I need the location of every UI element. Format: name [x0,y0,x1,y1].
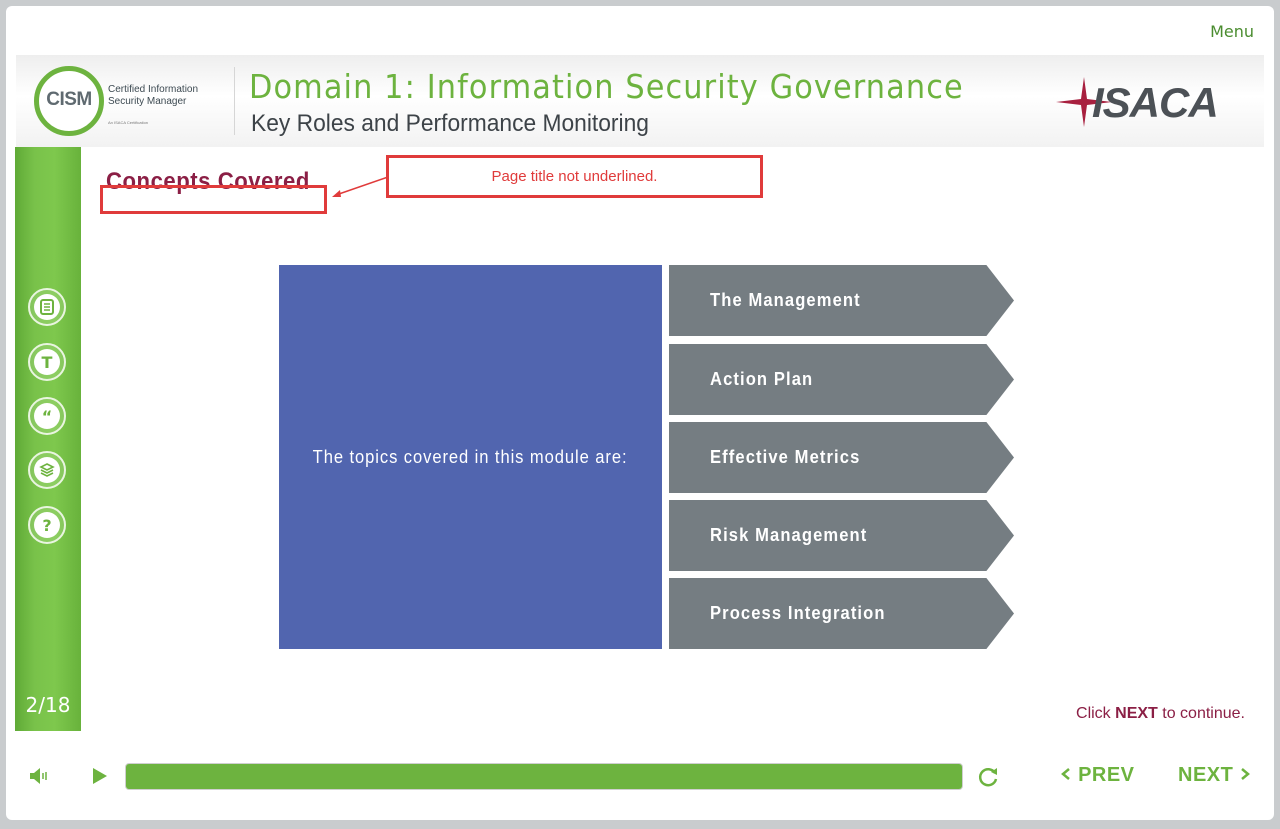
annotation-arrow [332,176,389,197]
instruction-prefix: Click [1076,705,1111,722]
course-title: Domain 1: Information Security Governanc… [249,67,964,106]
topics-intro-panel: The topics covered in this module are: [279,265,662,649]
header-divider [234,67,235,135]
next-label: NEXT [1178,764,1234,786]
progress-fill [126,764,962,789]
topic-process-integration[interactable]: Process Integration [669,578,1014,649]
course-header: CISM Certified Information Security Mana… [16,55,1264,147]
notes-button[interactable] [28,288,66,326]
isaca-logo: ISACA [1054,75,1234,129]
next-button[interactable]: NEXT [1178,764,1251,787]
annotation-callout: Page title not underlined. [386,155,763,198]
topic-the-management[interactable]: The Management [669,265,1014,336]
course-subtitle: Key Roles and Performance Monitoring [251,110,649,137]
topic-effective-metrics[interactable]: Effective Metrics [669,422,1014,493]
cism-logo: CISM [34,66,104,136]
cism-logo-caption: Certified Information Security Manager [108,84,218,108]
help-icon: ? [34,512,60,538]
sidebar: T “ ? 2/18 [15,147,81,731]
progress-bar[interactable] [125,763,963,790]
cism-logo-line1: Certified Information [108,84,199,95]
topic-label: Action Plan [710,369,814,389]
instruction-next-word: NEXT [1115,705,1158,722]
topic-label: Effective Metrics [710,447,861,467]
cism-logo-text: CISM [46,89,92,110]
topic-label: Process Integration [710,603,886,623]
notes-icon [34,294,60,320]
annotation-highlight-box [100,185,327,214]
topics-intro-text: The topics covered in this module are: [313,446,628,467]
help-button[interactable]: ? [28,506,66,544]
topic-label: The Management [710,290,861,310]
volume-icon[interactable] [28,766,52,786]
cism-logo-line2: Security Manager [108,96,187,107]
continue-instruction: Click NEXT to continue. [1076,705,1245,723]
resources-button[interactable] [28,451,66,489]
quote-button[interactable]: “ [28,397,66,435]
isaca-logo-text: ISACA [1092,79,1219,126]
transcript-button[interactable]: T [28,343,66,381]
cism-logo-tagline: An ISACA Certification [108,120,149,125]
menu-link[interactable]: Menu [1210,22,1254,41]
instruction-suffix: to continue. [1162,705,1245,722]
play-icon[interactable] [90,766,110,786]
topic-action-plan[interactable]: Action Plan [669,344,1014,415]
quote-icon: “ [34,403,60,429]
chevron-right-icon [1241,768,1251,780]
resources-icon [34,457,60,483]
page-indicator: 2/18 [25,693,71,717]
topic-label: Risk Management [710,525,868,545]
prev-label: PREV [1078,764,1135,786]
chevron-left-icon [1061,768,1070,780]
transcript-icon: T [34,349,60,375]
topic-risk-management[interactable]: Risk Management [669,500,1014,571]
replay-icon[interactable] [975,764,1001,790]
prev-button[interactable]: PREV [1060,764,1135,787]
